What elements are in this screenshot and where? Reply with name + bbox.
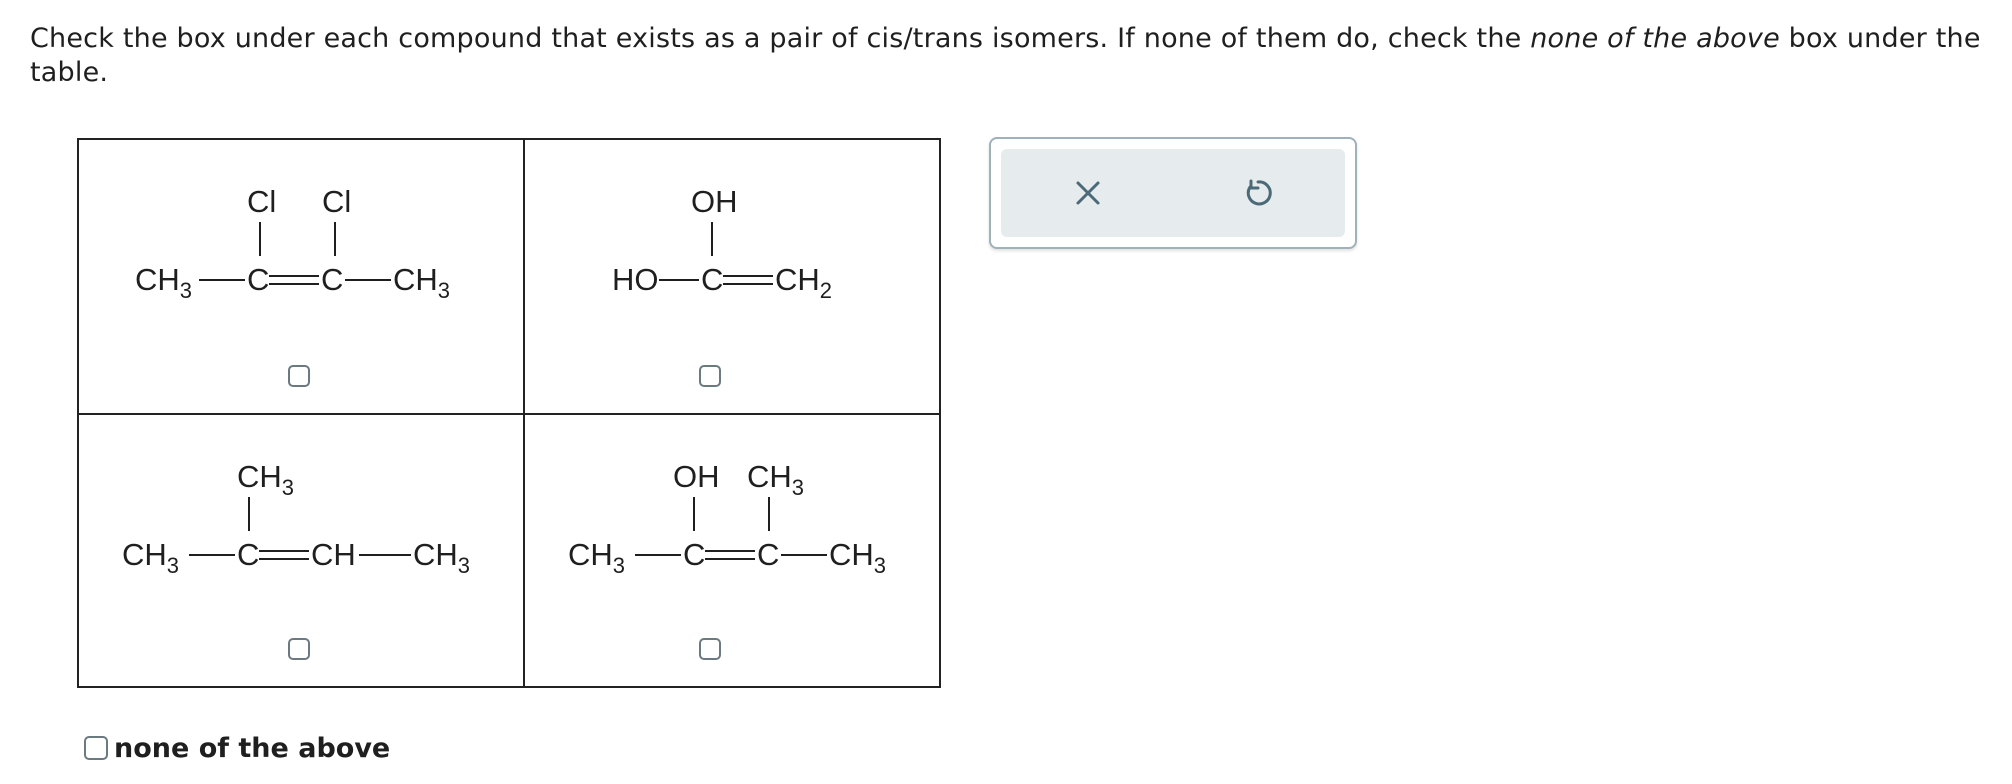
structure-ethenediol: HO C CH2 OH — [612, 184, 832, 303]
cell3-substituent: CH3 — [237, 459, 294, 500]
x-icon — [1076, 181, 1100, 205]
compound-cell-1: CH3 C C CH3 Cl Cl — [79, 140, 523, 413]
checkbox-compound-1[interactable] — [288, 365, 310, 387]
compound-cell-4: CH3 C C CH3 OH CH3 — [525, 415, 941, 688]
cell3-right-group: CH3 — [413, 537, 470, 578]
clear-button[interactable] — [1064, 169, 1112, 217]
structure-methylbutenol: CH3 C C CH3 OH CH3 — [568, 459, 886, 578]
cell2-left-group: HO — [612, 262, 659, 297]
cell3-carbon: C — [237, 537, 259, 572]
cell1-substituent-1: Cl — [247, 184, 276, 219]
question-text: Check the box under each compound that e… — [30, 22, 2000, 90]
cell4-carbon-2: C — [757, 537, 779, 572]
checkbox-none-of-the-above[interactable] — [84, 736, 108, 760]
answer-toolbar — [989, 137, 1357, 249]
cell4-substituent-1: OH — [673, 459, 720, 494]
compound-cell-3: CH3 C CH CH3 CH3 — [79, 415, 523, 688]
cell2-carbon: C — [701, 262, 723, 297]
checkbox-compound-4[interactable] — [699, 638, 721, 660]
cell1-left-group: CH3 — [135, 262, 192, 303]
checkbox-compound-2[interactable] — [699, 365, 721, 387]
cell3-middle-group: CH — [311, 537, 356, 572]
cell4-carbon-1: C — [683, 537, 705, 572]
undo-button[interactable] — [1234, 169, 1282, 217]
checkbox-compound-3[interactable] — [288, 638, 310, 660]
undo-icon — [1246, 179, 1272, 206]
cell4-right-group: CH3 — [829, 537, 886, 578]
compound-cell-2: HO C CH2 OH — [525, 140, 941, 413]
cell4-substituent-2: CH3 — [747, 459, 804, 500]
cell4-left-group: CH3 — [568, 537, 625, 578]
cell3-left-group: CH3 — [122, 537, 179, 578]
none-of-the-above-label: none of the above — [114, 732, 391, 764]
cell2-substituent: OH — [691, 184, 738, 219]
compound-table: CH3 C C CH3 Cl Cl HO C CH2 OH CH3 C CH C… — [77, 138, 941, 688]
cell1-right-group: CH3 — [393, 262, 450, 303]
question-part1: Check the box under each compound that e… — [30, 23, 1531, 54]
question-emphasis: none of the above — [1530, 23, 1780, 54]
cell1-substituent-2: Cl — [322, 184, 351, 219]
cell1-carbon-2: C — [321, 262, 343, 297]
none-of-the-above-option[interactable]: none of the above — [84, 732, 390, 764]
toolbar-inner — [1001, 149, 1345, 237]
cell1-carbon-1: C — [247, 262, 269, 297]
cell2-right-group: CH2 — [775, 262, 832, 303]
